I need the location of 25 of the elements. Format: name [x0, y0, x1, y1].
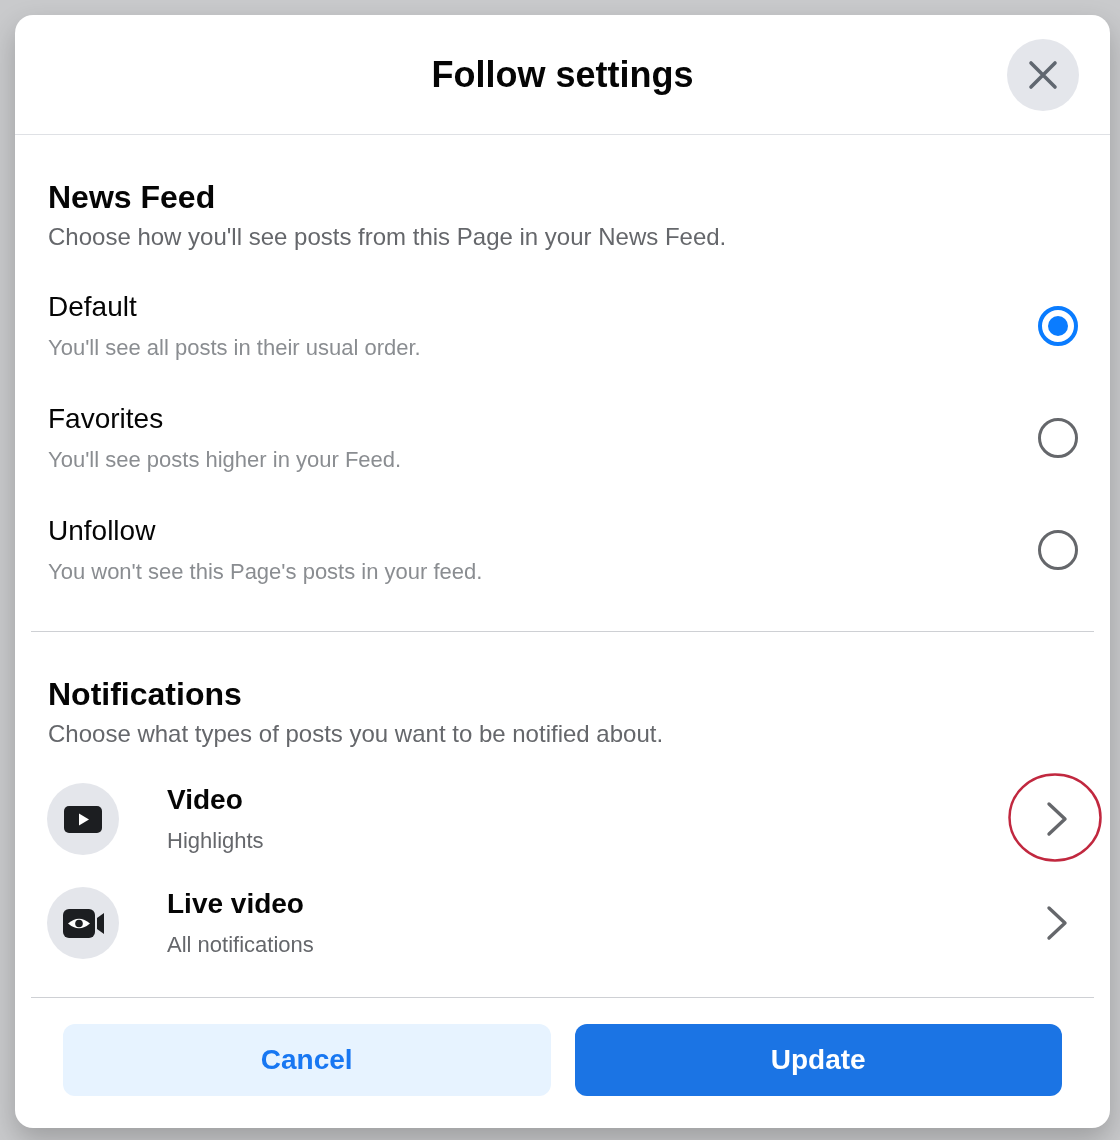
update-button[interactable]: Update: [574, 1024, 1062, 1096]
notification-title: Video: [167, 783, 244, 817]
section-description: Choose what types of posts you want to be notified about.: [48, 719, 665, 749]
notification-setting: Highlights: [167, 827, 265, 855]
dialog-title: Follow settings: [431, 52, 694, 97]
cancel-button[interactable]: Cancel: [63, 1024, 551, 1096]
notification-setting: All notifications: [167, 931, 315, 959]
video-icon: [47, 783, 119, 855]
close-icon: [1028, 59, 1058, 90]
chevron-right-icon[interactable]: [1046, 801, 1068, 837]
radio-button[interactable]: [1038, 530, 1078, 570]
option-label: Favorites: [48, 402, 165, 436]
chevron-right-icon[interactable]: [1046, 905, 1068, 941]
option-description: You won't see this Page's posts in your feed.: [48, 558, 483, 586]
radio-button[interactable]: [1038, 418, 1078, 458]
section-heading: Notifications: [48, 675, 243, 713]
video-camera-icon: [47, 887, 119, 959]
option-label: Unfollow: [48, 514, 157, 548]
option-description: You'll see posts higher in your Feed.: [48, 446, 402, 474]
radio-button[interactable]: [1038, 306, 1078, 346]
option-description: You'll see all posts in their usual order.: [48, 334, 421, 362]
option-label: Default: [48, 290, 138, 324]
notification-title: Live video: [167, 887, 305, 921]
section-heading: News Feed: [48, 178, 217, 216]
section-description: Choose how you'll see posts from this Page in your News Feed.: [48, 222, 728, 252]
